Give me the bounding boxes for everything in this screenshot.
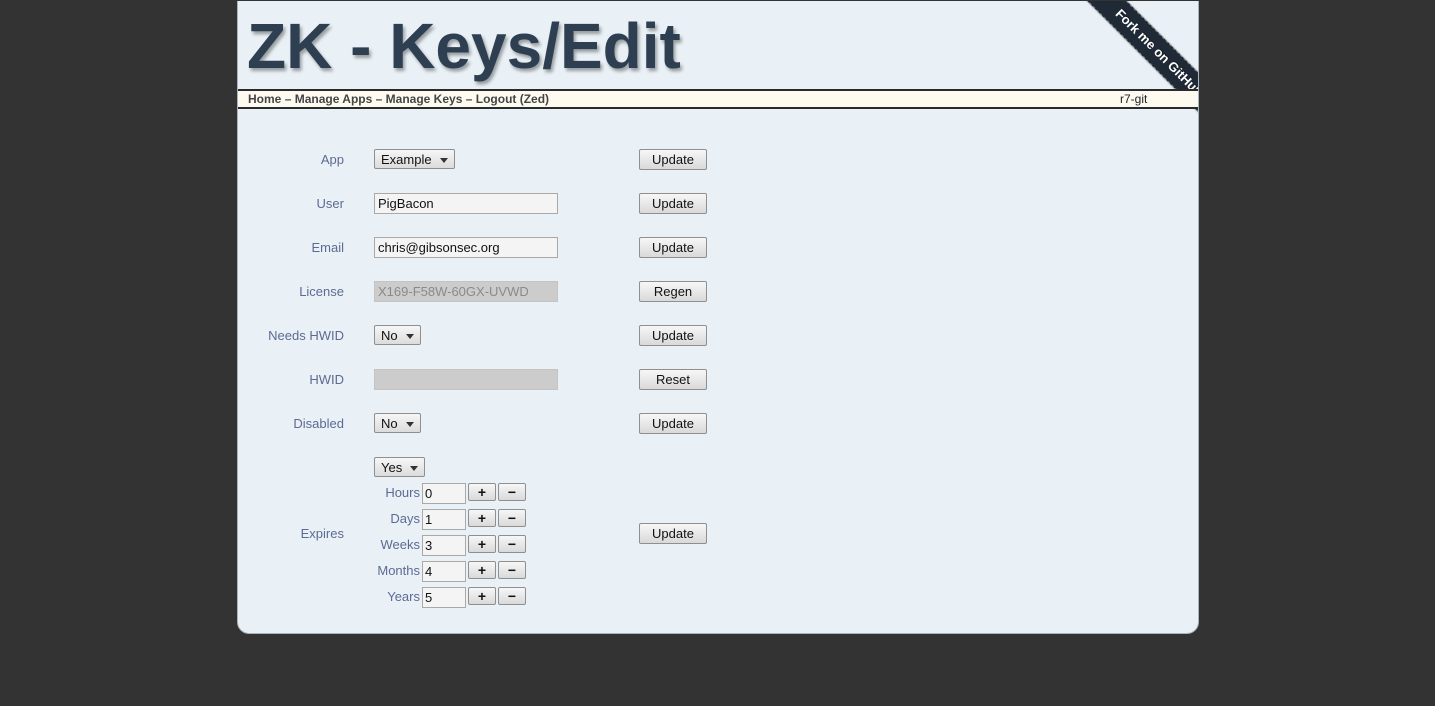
nav-links: Home – Manage Apps – Manage Keys – Logou… [248, 91, 549, 107]
nav-separator: – [284, 92, 292, 106]
hwid-input [374, 369, 558, 390]
hours-label: Hours [385, 485, 420, 500]
hwid-row: HWID Reset [238, 369, 1198, 391]
hwid-reset-button[interactable]: Reset [639, 369, 707, 390]
days-label: Days [390, 511, 420, 526]
app-select[interactable]: Example [374, 149, 455, 169]
weeks-increment-button[interactable]: + [468, 535, 496, 553]
months-decrement-button[interactable]: − [498, 561, 526, 579]
nav-logout-link[interactable]: Logout (Zed) [476, 92, 549, 106]
hwid-label: HWID [309, 372, 344, 387]
months-input[interactable]: 4 [422, 561, 466, 582]
months-label: Months [377, 563, 420, 578]
nav-manage-keys-link[interactable]: Manage Keys [386, 92, 463, 106]
app-select-value: Example [381, 152, 432, 167]
nav-separator: – [375, 92, 383, 106]
email-input[interactable]: chris@gibsonsec.org [374, 237, 558, 258]
dropdown-arrow-icon [439, 158, 448, 164]
github-ribbon[interactable]: Fork me on GitHub [1063, 1, 1198, 137]
years-label: Years [387, 589, 420, 604]
user-label: User [316, 196, 344, 211]
months-increment-button[interactable]: + [468, 561, 496, 579]
needs-hwid-select-value: No [381, 328, 398, 343]
app-label: App [320, 152, 344, 167]
dropdown-arrow-icon [410, 466, 419, 472]
license-input: X169-F58W-60GX-UVWD [374, 281, 558, 302]
days-increment-button[interactable]: + [468, 509, 496, 527]
expires-select-value: Yes [381, 460, 403, 475]
page-container: ZK - Keys/Edit Fork me on GitHub Home – … [237, 1, 1199, 634]
expires-label: Expires [300, 526, 344, 541]
weeks-decrement-button[interactable]: − [498, 535, 526, 553]
nav-manage-apps-link[interactable]: Manage Apps [295, 92, 373, 106]
license-regen-button[interactable]: Regen [639, 281, 707, 302]
nav-separator: – [465, 92, 473, 106]
needs-hwid-select[interactable]: No [374, 325, 421, 345]
dropdown-arrow-icon [405, 422, 414, 428]
needs-hwid-row: Needs HWID No Update [238, 325, 1198, 347]
years-decrement-button[interactable]: − [498, 587, 526, 605]
license-row: License X169-F58W-60GX-UVWD Regen [238, 281, 1198, 303]
days-decrement-button[interactable]: − [498, 509, 526, 527]
disabled-select[interactable]: No [374, 413, 421, 433]
license-label: License [299, 284, 344, 299]
weeks-label: Weeks [380, 537, 421, 552]
disabled-select-value: No [381, 416, 398, 431]
hours-input[interactable]: 0 [422, 483, 466, 504]
hours-decrement-button[interactable]: − [498, 483, 526, 501]
user-update-button[interactable]: Update [639, 193, 707, 214]
disabled-row: Disabled No Update [238, 413, 1198, 435]
disabled-update-button[interactable]: Update [639, 413, 707, 434]
app-row: App Example Update [238, 149, 1198, 171]
expires-months-row: Months 4 + − [374, 560, 674, 582]
nav-bar: Home – Manage Apps – Manage Keys – Logou… [238, 89, 1198, 109]
needs-hwid-label: Needs HWID [268, 328, 344, 343]
years-increment-button[interactable]: + [468, 587, 496, 605]
expires-weeks-row: Weeks 3 + − [374, 534, 674, 556]
expires-select-row: Yes [238, 457, 1198, 479]
disabled-label: Disabled [293, 416, 344, 431]
email-label: Email [311, 240, 344, 255]
email-row: Email chris@gibsonsec.org Update [238, 237, 1198, 259]
version-label: r7-git [1120, 92, 1148, 106]
expires-hours-row: Hours 0 + − [374, 482, 674, 504]
page-title: ZK - Keys/Edit [247, 10, 681, 82]
app-update-button[interactable]: Update [639, 149, 707, 170]
github-ribbon-label[interactable]: Fork me on GitHub [1078, 1, 1198, 134]
days-input[interactable]: 1 [422, 509, 466, 530]
hours-increment-button[interactable]: + [468, 483, 496, 501]
dropdown-arrow-icon [405, 334, 414, 340]
years-input[interactable]: 5 [422, 587, 466, 608]
weeks-input[interactable]: 3 [422, 535, 466, 556]
expires-days-row: Days 1 + − [374, 508, 674, 530]
user-row: User PigBacon Update [238, 193, 1198, 215]
email-update-button[interactable]: Update [639, 237, 707, 258]
needs-hwid-update-button[interactable]: Update [639, 325, 707, 346]
expires-select[interactable]: Yes [374, 457, 426, 477]
expires-years-row: Years 5 + − [374, 586, 674, 608]
nav-home-link[interactable]: Home [248, 92, 281, 106]
user-input[interactable]: PigBacon [374, 193, 558, 214]
